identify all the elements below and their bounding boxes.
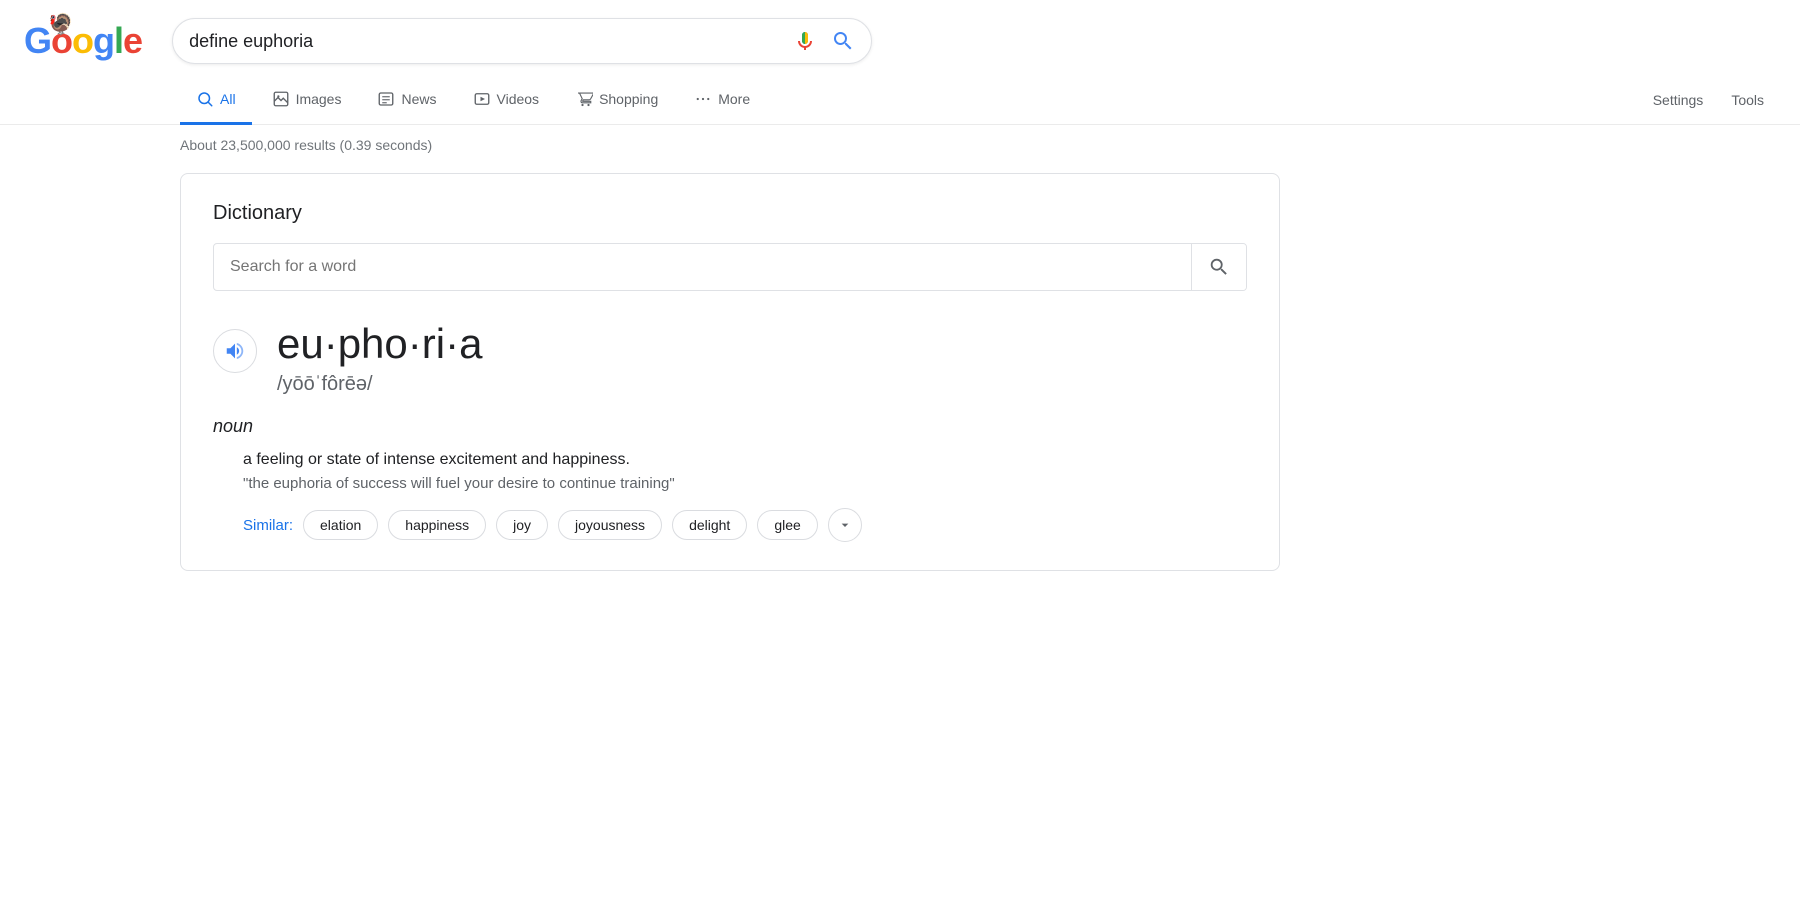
dictionary-title: Dictionary bbox=[213, 202, 1247, 225]
tab-all[interactable]: All bbox=[180, 76, 252, 125]
word-search-bar bbox=[213, 243, 1247, 291]
microphone-button[interactable] bbox=[793, 29, 817, 53]
tab-videos-label: Videos bbox=[497, 91, 540, 107]
logo-e: e bbox=[123, 20, 142, 61]
logo-o2: o bbox=[72, 20, 93, 61]
results-area: About 23,500,000 results (0.39 seconds) … bbox=[0, 125, 1800, 595]
logo-l: l bbox=[114, 20, 123, 61]
settings-link[interactable]: Settings bbox=[1641, 78, 1716, 122]
word-section: eu·pho·ri·a /yōōˈfôrēə/ bbox=[213, 319, 1247, 396]
tab-videos[interactable]: Videos bbox=[457, 76, 556, 125]
tab-images[interactable]: Images bbox=[256, 76, 358, 125]
search-bar-wrapper: define euphoria bbox=[172, 18, 872, 64]
similar-chip-glee[interactable]: glee bbox=[757, 510, 817, 540]
part-of-speech: noun bbox=[213, 416, 1247, 437]
similar-more-button[interactable] bbox=[828, 508, 862, 542]
search-glass-icon bbox=[831, 29, 855, 53]
google-logo: Go🦃ogle bbox=[24, 20, 142, 62]
speaker-icon bbox=[224, 340, 246, 362]
definition-text: a feeling or state of intense excitement… bbox=[243, 451, 1247, 469]
word-search-icon bbox=[1208, 256, 1230, 278]
tab-news-label: News bbox=[401, 91, 436, 107]
similar-chip-happiness[interactable]: happiness bbox=[388, 510, 486, 540]
tab-shopping-label: Shopping bbox=[599, 91, 658, 107]
tab-more[interactable]: More bbox=[678, 76, 766, 125]
similar-chip-elation[interactable]: elation bbox=[303, 510, 378, 540]
search-input[interactable]: define euphoria bbox=[189, 31, 793, 52]
search-bar: define euphoria bbox=[172, 18, 872, 64]
mic-icon bbox=[793, 29, 817, 53]
results-count: About 23,500,000 results (0.39 seconds) bbox=[180, 137, 1776, 153]
word-text: eu·pho·ri·a bbox=[277, 319, 482, 369]
word-info: eu·pho·ri·a /yōōˈfôrēə/ bbox=[277, 319, 482, 396]
word-search-input[interactable] bbox=[214, 244, 1191, 290]
similar-label: Similar: bbox=[243, 517, 293, 534]
chevron-down-icon bbox=[837, 517, 853, 533]
tab-news[interactable]: News bbox=[361, 76, 452, 125]
search-icons bbox=[793, 29, 855, 53]
videos-nav-icon bbox=[473, 90, 491, 108]
tab-more-label: More bbox=[718, 91, 750, 107]
similar-row: Similar: elation happiness joy joyousnes… bbox=[213, 508, 1247, 542]
audio-button[interactable] bbox=[213, 329, 257, 373]
images-nav-icon bbox=[272, 90, 290, 108]
more-nav-icon bbox=[694, 90, 712, 108]
tab-images-label: Images bbox=[296, 91, 342, 107]
similar-chip-joy[interactable]: joy bbox=[496, 510, 548, 540]
logo-o1: o🦃 bbox=[51, 20, 72, 62]
tab-shopping[interactable]: Shopping bbox=[559, 76, 674, 125]
nav-settings: Settings Tools bbox=[1641, 78, 1776, 122]
search-button[interactable] bbox=[831, 29, 855, 53]
word-search-button[interactable] bbox=[1191, 244, 1246, 290]
header: Go🦃ogle define euphoria bbox=[0, 0, 1800, 64]
similar-chip-joyousness[interactable]: joyousness bbox=[558, 510, 662, 540]
definition-block: a feeling or state of intense excitement… bbox=[213, 451, 1247, 492]
logo-g: G bbox=[24, 20, 51, 61]
dictionary-card: Dictionary eu·pho·ri·a /yōōˈfôrēə/ bbox=[180, 173, 1280, 571]
phonetic-text: /yōōˈfôrēə/ bbox=[277, 373, 482, 396]
logo-g2: g bbox=[93, 20, 114, 61]
shopping-nav-icon bbox=[575, 90, 593, 108]
similar-chip-delight[interactable]: delight bbox=[672, 510, 747, 540]
tools-link[interactable]: Tools bbox=[1719, 78, 1776, 122]
definition-example: "the euphoria of success will fuel your … bbox=[243, 475, 1247, 492]
news-nav-icon bbox=[377, 90, 395, 108]
search-nav-icon bbox=[196, 90, 214, 108]
tab-all-label: All bbox=[220, 91, 236, 107]
nav-tabs: All Images News Videos bbox=[0, 76, 1800, 125]
